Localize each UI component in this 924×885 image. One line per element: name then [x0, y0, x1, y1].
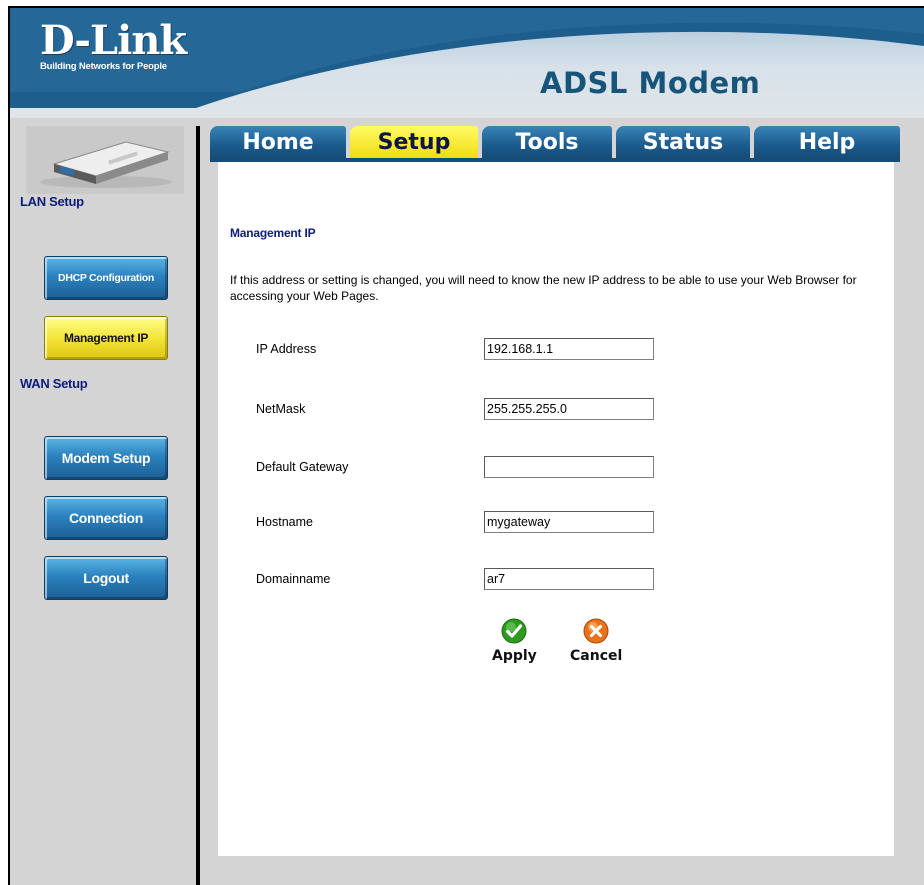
modem-device-graphic — [40, 141, 172, 188]
page-note: If this address or setting is changed, y… — [230, 273, 857, 303]
main-tab-bar: Home Setup Tools Status Help — [210, 126, 900, 162]
logo-tagline: Building Networks for People — [40, 61, 167, 72]
x-icon — [583, 618, 609, 644]
apply-button[interactable]: Apply — [492, 618, 537, 664]
apply-label: Apply — [492, 648, 537, 664]
cancel-label: Cancel — [570, 648, 623, 664]
app-frame: D-Link Building Networks for People ADSL… — [8, 6, 924, 885]
modem-device-icon — [26, 126, 184, 194]
sidebar-button-modem-setup[interactable]: Modem Setup — [44, 436, 168, 480]
product-title: ADSL Modem — [540, 66, 761, 100]
sidebar-button-dhcp-configuration[interactable]: DHCP Configuration — [44, 256, 168, 300]
check-icon — [501, 618, 527, 644]
ip-address-label: IP Address — [256, 342, 317, 356]
domainname-label: Domainname — [256, 572, 331, 586]
logo-brand-text: D-Link — [40, 17, 187, 64]
ip-address-input[interactable] — [484, 338, 654, 360]
hostname-input[interactable] — [484, 511, 654, 533]
tab-status[interactable]: Status — [616, 126, 750, 158]
netmask-input[interactable] — [484, 398, 654, 420]
cancel-button[interactable]: Cancel — [570, 618, 622, 664]
sidebar-button-management-ip[interactable]: Management IP — [44, 316, 168, 360]
content-panel: Management IP If this address or setting… — [218, 162, 894, 856]
sidebar-button-logout[interactable]: Logout — [44, 556, 168, 600]
sidebar-divider — [196, 126, 200, 885]
header-banner: D-Link Building Networks for People ADSL… — [10, 8, 924, 118]
page-title: Management IP — [230, 226, 316, 240]
dlink-logo: D-Link Building Networks for People — [40, 17, 187, 73]
sidebar-section-lan-setup: LAN Setup — [20, 194, 84, 209]
tab-help[interactable]: Help — [754, 126, 900, 158]
tab-tools[interactable]: Tools — [482, 126, 612, 158]
default-gateway-label: Default Gateway — [256, 460, 349, 474]
default-gateway-input[interactable] — [484, 456, 654, 478]
domainname-input[interactable] — [484, 568, 654, 590]
sidebar-section-wan-setup: WAN Setup — [20, 376, 88, 391]
netmask-label: NetMask — [256, 402, 306, 416]
sidebar-button-connection[interactable]: Connection — [44, 496, 168, 540]
hostname-label: Hostname — [256, 515, 313, 529]
tab-home[interactable]: Home — [210, 126, 346, 158]
tab-setup[interactable]: Setup — [350, 126, 478, 158]
